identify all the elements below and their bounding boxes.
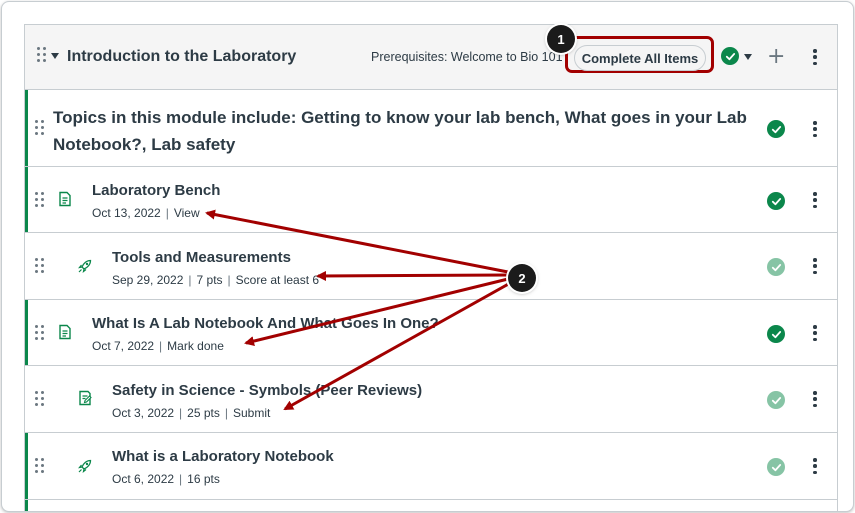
module-kebab-icon[interactable] — [813, 49, 817, 65]
module-header: Introduction to the Laboratory Prerequis… — [25, 25, 837, 90]
module-item-row[interactable]: Laboratory Bench Oct 13, 2022 | View — [25, 167, 837, 233]
module-item-row[interactable]: Tools and Measurements Sep 29, 2022 | 7 pt… — [25, 233, 837, 300]
module-item-row[interactable]: Safety in Science - Symbols (Peer Review… — [25, 366, 837, 433]
check-circle-icon[interactable] — [767, 391, 785, 409]
drag-handle-icon[interactable] — [35, 192, 45, 208]
complete-all-items-button[interactable]: Complete All Items — [574, 45, 706, 71]
published-indicator-bar — [25, 90, 28, 166]
quiz-rocket-icon — [78, 459, 92, 473]
item-title[interactable]: What is a Laboratory Notebook — [112, 448, 334, 465]
item-requirement: View — [173, 206, 200, 220]
published-indicator-bar — [25, 167, 28, 232]
drag-handle-icon[interactable] — [37, 47, 47, 63]
item-title[interactable]: Laboratory Bench — [92, 182, 220, 199]
item-kebab-icon[interactable] — [813, 258, 817, 274]
item-kebab-icon[interactable] — [813, 391, 817, 407]
drag-handle-icon[interactable] — [35, 258, 45, 274]
item-meta: Sep 29, 2022 | 7 pts | Score at least 6 — [112, 273, 320, 287]
item-kebab-icon[interactable] — [813, 121, 817, 137]
page-icon — [59, 324, 71, 340]
module-prerequisites: Prerequisites: Welcome to Bio 101 — [371, 50, 563, 64]
callout-badge-1: 1 — [547, 25, 575, 53]
check-circle-icon[interactable] — [767, 258, 785, 276]
check-circle-icon[interactable] — [721, 47, 739, 65]
assignment-icon — [79, 390, 92, 406]
collapse-caret-icon[interactable] — [51, 53, 59, 59]
drag-handle-icon[interactable] — [35, 458, 45, 474]
publish-menu-caret-icon[interactable] — [744, 54, 752, 60]
check-circle-icon[interactable] — [767, 192, 785, 210]
check-circle-icon[interactable] — [767, 325, 785, 343]
subheader-text: Topics in this module include: Getting t… — [53, 108, 747, 154]
item-kebab-icon[interactable] — [813, 325, 817, 341]
module-item-row-partial — [25, 500, 837, 511]
item-date: Sep 29, 2022 — [112, 273, 184, 287]
item-points: 7 pts — [196, 273, 223, 287]
published-indicator-bar — [25, 300, 28, 365]
module-item-row[interactable]: What Is A Lab Notebook And What Goes In … — [25, 300, 837, 366]
item-title[interactable]: Safety in Science - Symbols (Peer Review… — [112, 382, 422, 399]
item-date: Oct 13, 2022 — [92, 206, 161, 220]
module-title[interactable]: Introduction to the Laboratory — [67, 48, 296, 66]
item-date: Oct 6, 2022 — [112, 472, 175, 486]
item-kebab-icon[interactable] — [813, 192, 817, 208]
item-meta: Oct 7, 2022 | Mark done — [92, 339, 224, 353]
module-card: Introduction to the Laboratory Prerequis… — [24, 24, 838, 511]
page-icon — [59, 191, 71, 207]
item-meta: Oct 13, 2022 | View — [92, 206, 200, 220]
item-points: 25 pts — [187, 406, 220, 420]
published-indicator-bar — [25, 500, 28, 511]
drag-handle-icon[interactable] — [35, 325, 45, 341]
callout-badge-2: 2 — [508, 264, 536, 292]
item-requirement: Score at least 6 — [235, 273, 320, 287]
plus-icon[interactable]: + — [767, 46, 785, 68]
item-meta: Oct 6, 2022 | 16 pts — [112, 472, 220, 486]
check-circle-icon[interactable] — [767, 120, 785, 138]
item-date: Oct 3, 2022 — [112, 406, 175, 420]
quiz-rocket-icon — [78, 259, 92, 273]
item-points: 16 pts — [187, 472, 220, 486]
drag-handle-icon[interactable] — [35, 120, 45, 136]
item-title[interactable]: What Is A Lab Notebook And What Goes In … — [92, 315, 439, 332]
item-title[interactable]: Tools and Measurements — [112, 249, 291, 266]
item-requirement: Mark done — [167, 339, 224, 353]
item-kebab-icon[interactable] — [813, 458, 817, 474]
item-requirement: Submit — [233, 406, 271, 420]
screenshot-frame: Introduction to the Laboratory Prerequis… — [1, 1, 854, 512]
text-subheader-row: Topics in this module include: Getting t… — [25, 90, 837, 167]
drag-handle-icon[interactable] — [35, 391, 45, 407]
item-date: Oct 7, 2022 — [92, 339, 155, 353]
published-indicator-bar — [25, 433, 28, 499]
check-circle-icon[interactable] — [767, 458, 785, 476]
module-item-row[interactable]: What is a Laboratory Notebook Oct 6, 202… — [25, 433, 837, 500]
item-meta: Oct 3, 2022 | 25 pts | Submit — [112, 406, 271, 420]
